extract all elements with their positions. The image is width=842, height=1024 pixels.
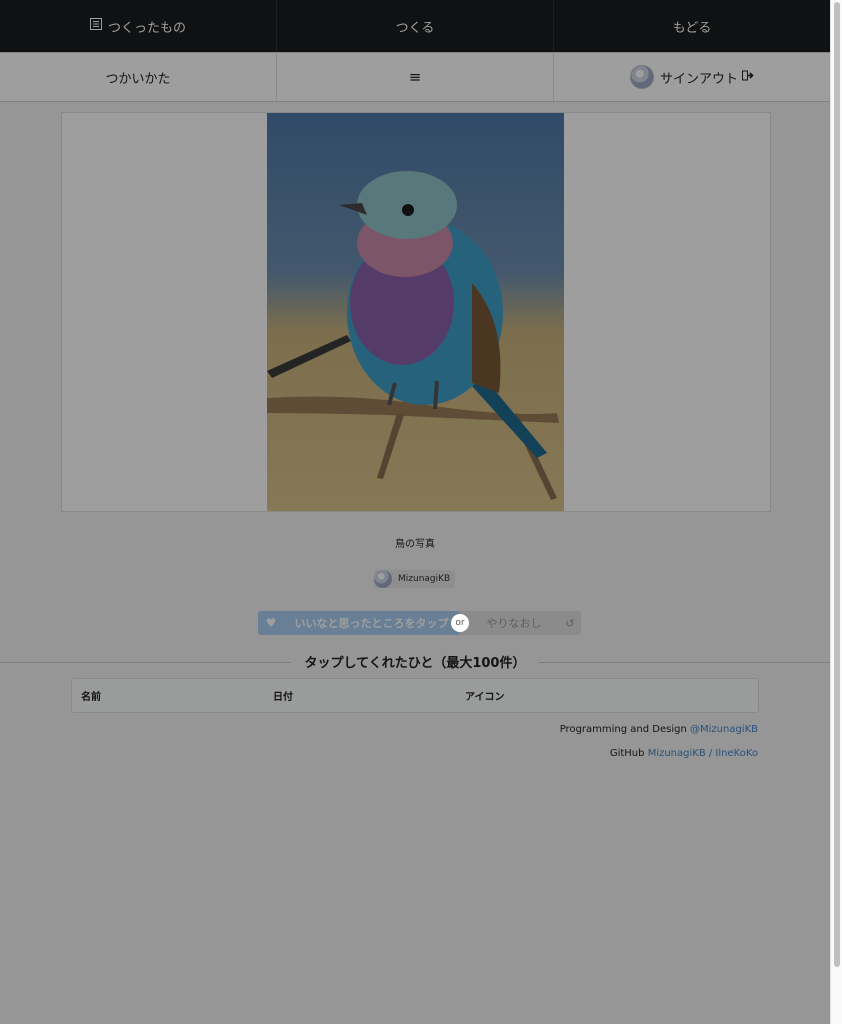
credits-programming: Programming and Design @MizunagiKB xyxy=(560,724,758,735)
signout-button[interactable]: サインアウト xyxy=(554,53,830,101)
credits-programming-prefix: Programming and Design xyxy=(559,724,690,735)
section-title-text: タップしてくれたひと（最大100件） xyxy=(290,656,540,671)
nav-item-my-works[interactable]: つくったもの xyxy=(0,0,277,52)
section-title: タップしてくれたひと（最大100件） xyxy=(0,652,830,671)
author-link[interactable]: @MizunagiKB xyxy=(690,724,758,735)
redo-button[interactable]: やりなおし ↺ xyxy=(459,611,581,635)
top-nav: つくったもの つくる もどる xyxy=(0,0,830,52)
like-button-label: いいなと思ったところをタップ xyxy=(294,617,449,630)
author-avatar xyxy=(374,570,392,588)
menu-toggle-button[interactable]: ≡ xyxy=(277,53,554,101)
author-label[interactable]: MizunagiKB xyxy=(374,570,455,588)
credits-github: GitHub MizunagiKB / IlneKoKo xyxy=(610,748,758,759)
page: つくったもの つくる もどる つかいかた ≡ サインアウト 鳥の写真 Mizun… xyxy=(0,0,830,1024)
secondary-menu: つかいかた ≡ サインアウト xyxy=(0,52,830,102)
heart-icon: ♥ xyxy=(265,616,277,630)
nav-label-my-works: つくったもの xyxy=(107,20,186,36)
tappers-table-header: 名前 日付 アイコン xyxy=(71,678,759,713)
column-icon: アイコン xyxy=(465,692,505,703)
signout-icon xyxy=(742,70,754,85)
credits-github-prefix: GitHub xyxy=(609,748,648,759)
list-icon xyxy=(89,18,102,34)
like-button[interactable]: ♥ いいなと思ったところをタップ xyxy=(258,611,459,635)
author-name: MizunagiKB xyxy=(398,574,451,584)
nav-label-back: もどる xyxy=(672,20,712,36)
post-caption: 鳥の写真 xyxy=(395,539,435,550)
or-separator: or xyxy=(451,614,469,632)
column-date: 日付 xyxy=(273,692,293,703)
nav-label-create: つくる xyxy=(395,20,435,36)
tap-image-area[interactable] xyxy=(61,112,771,512)
howto-label: つかいかた xyxy=(105,71,171,87)
redo-button-label: やりなおし xyxy=(486,617,542,630)
howto-link[interactable]: つかいかた xyxy=(0,53,277,101)
avatar xyxy=(629,65,654,89)
hamburger-icon: ≡ xyxy=(408,68,422,86)
github-link[interactable]: MizunagiKB / IlneKoKo xyxy=(648,748,758,759)
undo-icon: ↺ xyxy=(565,616,575,630)
scrollbar[interactable] xyxy=(830,0,842,1024)
action-buttons: ♥ いいなと思ったところをタップ or やりなおし ↺ xyxy=(258,611,581,635)
scrollbar-thumb[interactable] xyxy=(834,2,840,967)
column-name: 名前 xyxy=(81,692,101,703)
nav-item-back[interactable]: もどる xyxy=(554,0,830,52)
nav-item-create[interactable]: つくる xyxy=(277,0,554,52)
signout-label: サインアウト xyxy=(659,71,738,87)
bird-photo[interactable] xyxy=(267,113,564,511)
